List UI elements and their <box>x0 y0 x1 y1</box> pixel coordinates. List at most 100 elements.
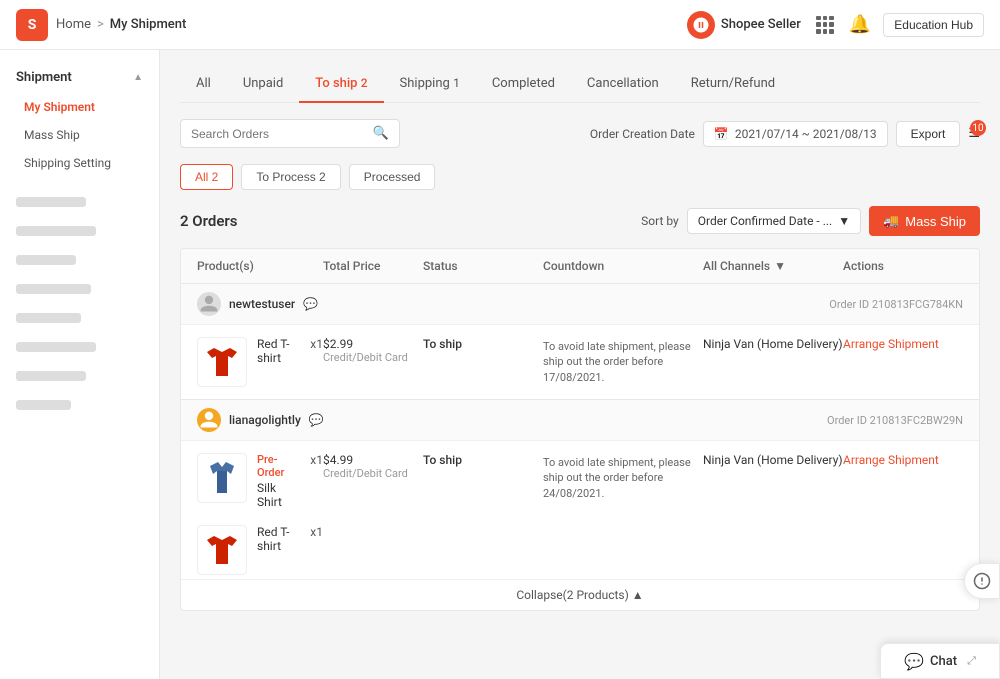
channel-cell-1: Ninja Van (Home Delivery) <box>703 337 843 351</box>
date-range-value: 2021/07/14 ~ 2021/08/13 <box>735 127 877 141</box>
sidebar-blurred-row-1 <box>0 189 159 218</box>
col-actions: Actions <box>843 259 963 273</box>
arrange-shipment-link-2[interactable]: Arrange Shipment <box>843 453 939 467</box>
tab-unpaid[interactable]: Unpaid <box>227 66 299 103</box>
sidebar-blurred-row-3 <box>0 247 159 276</box>
sidebar-item-shipping-setting[interactable]: Shipping Setting <box>0 149 159 177</box>
sidebar-section-header[interactable]: Shipment ▲ <box>0 62 159 93</box>
shopee-logo: S <box>16 9 48 41</box>
sub-tab-to-process[interactable]: To Process 2 <box>241 164 340 190</box>
notification-badge: 10 <box>970 120 986 136</box>
countdown-cell-1: To avoid late shipment, please ship out … <box>543 337 703 385</box>
price-cell-1: $2.99 Credit/Debit Card <box>323 337 423 364</box>
search-orders-input[interactable] <box>191 127 373 141</box>
sort-dropdown[interactable]: Order Confirmed Date - ... ▼ <box>687 208 861 234</box>
shopee-seller-badge: Shopee Seller <box>687 11 801 39</box>
sidebar-blurred-row-6 <box>0 334 159 363</box>
price-value-1: $2.99 <box>323 337 423 351</box>
price-value-2a: $4.99 <box>323 453 423 467</box>
home-link[interactable]: Home <box>56 17 91 32</box>
col-product: Product(s) <box>197 259 323 273</box>
search-icon: 🔍 <box>373 126 389 141</box>
avatar-2 <box>197 408 221 432</box>
floating-action-button[interactable] <box>964 563 1000 599</box>
shopee-seller-text: Shopee Seller <box>721 17 801 32</box>
sidebar-shipment-section: Shipment ▲ My Shipment Mass Ship Shippin… <box>0 62 159 177</box>
qty-1: x1 <box>310 337 323 351</box>
tab-shipping[interactable]: Shipping 1 <box>384 66 476 103</box>
preorder-label-2a: Pre-Order <box>257 453 300 479</box>
sidebar-item-my-shipment[interactable]: My Shipment <box>0 93 159 121</box>
countdown-desc-1: To avoid late shipment, please ship out … <box>543 339 703 385</box>
product-info-1: Red T-shirt <box>257 337 300 365</box>
countdown-cell-2a: To avoid late shipment, please ship out … <box>543 453 703 501</box>
table-row: Red T-shirt x1 <box>181 521 979 579</box>
chat-widget-label: Chat <box>930 654 957 669</box>
col-channels[interactable]: All Channels ▼ <box>703 259 843 273</box>
user-info-2: lianagolightly 💬 <box>197 408 324 432</box>
date-range-picker[interactable]: 📅 2021/07/14 ~ 2021/08/13 <box>703 121 888 147</box>
sort-value: Order Confirmed Date - ... <box>698 214 832 228</box>
tab-all[interactable]: All <box>180 66 227 103</box>
sidebar: Shipment ▲ My Shipment Mass Ship Shippin… <box>0 50 160 679</box>
col-status: Status <box>423 259 543 273</box>
sub-tab-all[interactable]: All 2 <box>180 164 233 190</box>
breadcrumb-sep: > <box>97 17 104 32</box>
sidebar-item-mass-ship[interactable]: Mass Ship <box>0 121 159 149</box>
order-group-2: lianagolightly 💬 Order ID 210813FC2BW29N <box>181 400 979 610</box>
payment-label-2a: Credit/Debit Card <box>323 467 423 480</box>
username-1: newtestuser <box>229 297 295 311</box>
shopee-icon <box>687 11 715 39</box>
table-row: Pre-Order Silk Shirt x1 $4.99 Credit/Deb… <box>181 441 979 521</box>
sidebar-blurred-row-8 <box>0 392 159 421</box>
chat-icon-2[interactable]: 💬 <box>309 413 324 427</box>
order-group-1: newtestuser 💬 Order ID 210813FCG784KN <box>181 284 979 400</box>
search-orders-box[interactable]: 🔍 <box>180 119 400 148</box>
mass-ship-button[interactable]: 🚚 Mass Ship <box>869 206 980 236</box>
export-button[interactable]: Export <box>896 121 961 147</box>
collapse-label: Collapse(2 Products) <box>516 588 628 602</box>
price-cell-2a: $4.99 Credit/Debit Card <box>323 453 423 480</box>
order-tabs: All Unpaid To ship 2 Shipping 1 Complete… <box>180 66 980 103</box>
notification-bell-icon[interactable]: 🔔 <box>849 14 871 35</box>
channels-chevron-icon: ▼ <box>774 259 786 273</box>
education-hub-button[interactable]: Education Hub <box>883 13 984 37</box>
chat-icon-1[interactable]: 💬 <box>303 297 318 311</box>
countdown-desc-2a: To avoid late shipment, please ship out … <box>543 455 703 501</box>
chat-widget[interactable]: 💬 Chat ⤢ <box>880 643 1000 679</box>
order-user-row-2: lianagolightly 💬 Order ID 210813FC2BW29N <box>181 400 979 441</box>
calendar-icon: 📅 <box>714 127 729 141</box>
order-user-row-1: newtestuser 💬 Order ID 210813FCG784KN <box>181 284 979 325</box>
tab-to-ship[interactable]: To ship 2 <box>299 66 383 103</box>
chat-widget-icon: 💬 <box>904 652 924 671</box>
collapse-products-row[interactable]: Collapse(2 Products) ▲ <box>181 579 979 610</box>
product-cell-1: Red T-shirt x1 <box>197 337 323 387</box>
channel-cell-2a: Ninja Van (Home Delivery) <box>703 453 843 467</box>
arrange-shipment-link-1[interactable]: Arrange Shipment <box>843 337 939 351</box>
tab-cancellation[interactable]: Cancellation <box>571 66 675 103</box>
orders-header: 2 Orders Sort by Order Confirmed Date - … <box>180 206 980 236</box>
tab-completed[interactable]: Completed <box>476 66 571 103</box>
status-cell-2a: To ship <box>423 453 543 467</box>
status-text-1: To ship <box>423 337 543 351</box>
ship-icon: 🚚 <box>883 213 899 229</box>
qty-2b: x1 <box>310 525 323 539</box>
sidebar-blurred-row-4 <box>0 276 159 305</box>
qty-2a: x1 <box>310 453 323 467</box>
sidebar-blurred-row-5 <box>0 305 159 334</box>
sub-tab-processed[interactable]: Processed <box>349 164 436 190</box>
order-id-1: Order ID 210813FCG784KN <box>829 298 963 311</box>
product-cell-2a: Pre-Order Silk Shirt x1 <box>197 453 323 509</box>
chevron-up-icon: ▲ <box>133 72 143 83</box>
page-title: My Shipment <box>110 17 187 32</box>
collapse-chevron-up-icon: ▲ <box>632 588 644 602</box>
grid-menu-icon[interactable] <box>813 13 837 37</box>
product-thumb-2b <box>197 525 247 575</box>
menu-options-button[interactable]: ☰ 10 <box>968 126 980 141</box>
main-content: All Unpaid To ship 2 Shipping 1 Complete… <box>160 50 1000 679</box>
orders-count: 2 Orders <box>180 212 238 230</box>
product-name-1: Red T-shirt <box>257 337 300 365</box>
product-cell-2b: Red T-shirt x1 <box>197 525 323 575</box>
tab-return-refund[interactable]: Return/Refund <box>675 66 791 103</box>
product-thumb-2a <box>197 453 247 503</box>
